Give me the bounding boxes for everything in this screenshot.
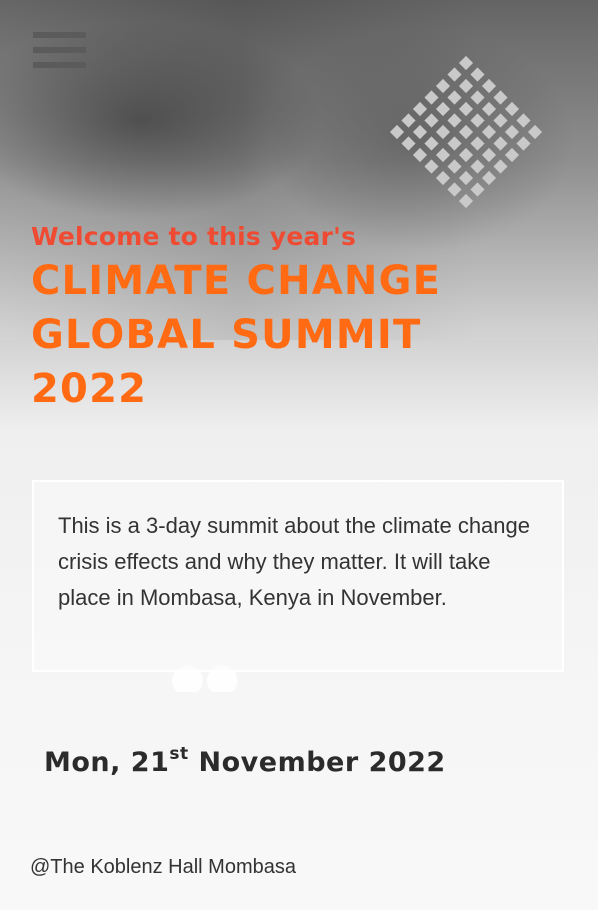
- diamond-dot: [481, 124, 497, 140]
- diamond-dot: [447, 113, 462, 128]
- diamond-dot: [412, 124, 428, 140]
- event-venue: @The Koblenz Hall Mombasa: [30, 856, 296, 878]
- description-card: This is a 3-day summit about the climate…: [32, 480, 564, 672]
- diamond-dot: [470, 182, 485, 197]
- diamond-dot: [447, 182, 462, 197]
- diamond-dot: [470, 159, 485, 174]
- diamond-dot: [481, 147, 497, 163]
- diamond-dot: [493, 113, 508, 128]
- diamond-dot: [470, 113, 485, 128]
- diamond-dot: [470, 90, 485, 105]
- diamond-dot: [481, 101, 497, 117]
- menu-bar: [33, 32, 86, 38]
- diamond-dot: [458, 147, 474, 163]
- diamond-dot: [412, 101, 428, 117]
- menu-bar: [33, 62, 86, 68]
- page-title: CLIMATE CHANGE GLOBAL SUMMIT 2022: [31, 254, 501, 416]
- diamond-dot: [458, 193, 474, 209]
- welcome-heading: Welcome to this year's: [31, 222, 357, 251]
- diamond-dot: [504, 124, 520, 140]
- diamond-dot: [447, 136, 462, 151]
- menu-bar: [33, 47, 86, 53]
- diamond-dot: [458, 78, 474, 94]
- diamond-dot: [435, 124, 451, 140]
- diamond-dot: [435, 78, 451, 94]
- diamond-dot: [424, 136, 439, 151]
- event-date-rest: November 2022: [188, 747, 446, 778]
- event-date: Mon, 21st November 2022: [44, 744, 446, 778]
- title-line: CLIMATE CHANGE: [31, 258, 442, 304]
- diamond-dot: [527, 124, 543, 140]
- diamond-dot: [504, 101, 520, 117]
- description-text: This is a 3-day summit about the climate…: [58, 513, 531, 610]
- diamond-dot: [424, 159, 439, 174]
- diamond-dot: [424, 90, 439, 105]
- diamond-dot: [493, 136, 508, 151]
- diamond-dot: [481, 170, 497, 186]
- diamond-dot: [458, 55, 474, 71]
- event-date-ordinal: st: [169, 744, 189, 764]
- diamond-dot: [435, 170, 451, 186]
- diamond-dot: [389, 124, 405, 140]
- diamond-dot: [435, 101, 451, 117]
- diamond-dot: [447, 67, 462, 82]
- diamond-dot: [458, 101, 474, 117]
- diamond-dot: [412, 147, 428, 163]
- diamond-dot: [481, 78, 497, 94]
- diamond-dot: [504, 147, 520, 163]
- hamburger-menu-button[interactable]: [33, 32, 86, 68]
- diamond-dot: [458, 124, 474, 140]
- diamond-dot: [493, 159, 508, 174]
- diamond-dot: [470, 67, 485, 82]
- diamond-dot: [447, 90, 462, 105]
- diamond-dot-pattern-icon: [389, 55, 543, 209]
- diamond-dot: [493, 90, 508, 105]
- diamond-dot: [470, 136, 485, 151]
- diamond-dot: [458, 170, 474, 186]
- diamond-dot: [516, 136, 531, 151]
- diamond-dot: [435, 147, 451, 163]
- diamond-dot: [447, 159, 462, 174]
- diamond-dot: [516, 113, 531, 128]
- diamond-dot: [401, 113, 416, 128]
- diamond-dot: [424, 113, 439, 128]
- event-date-day: Mon, 21: [44, 747, 170, 778]
- title-line: 2022: [31, 366, 148, 412]
- diamond-dot: [401, 136, 416, 151]
- title-line: GLOBAL SUMMIT: [31, 312, 422, 358]
